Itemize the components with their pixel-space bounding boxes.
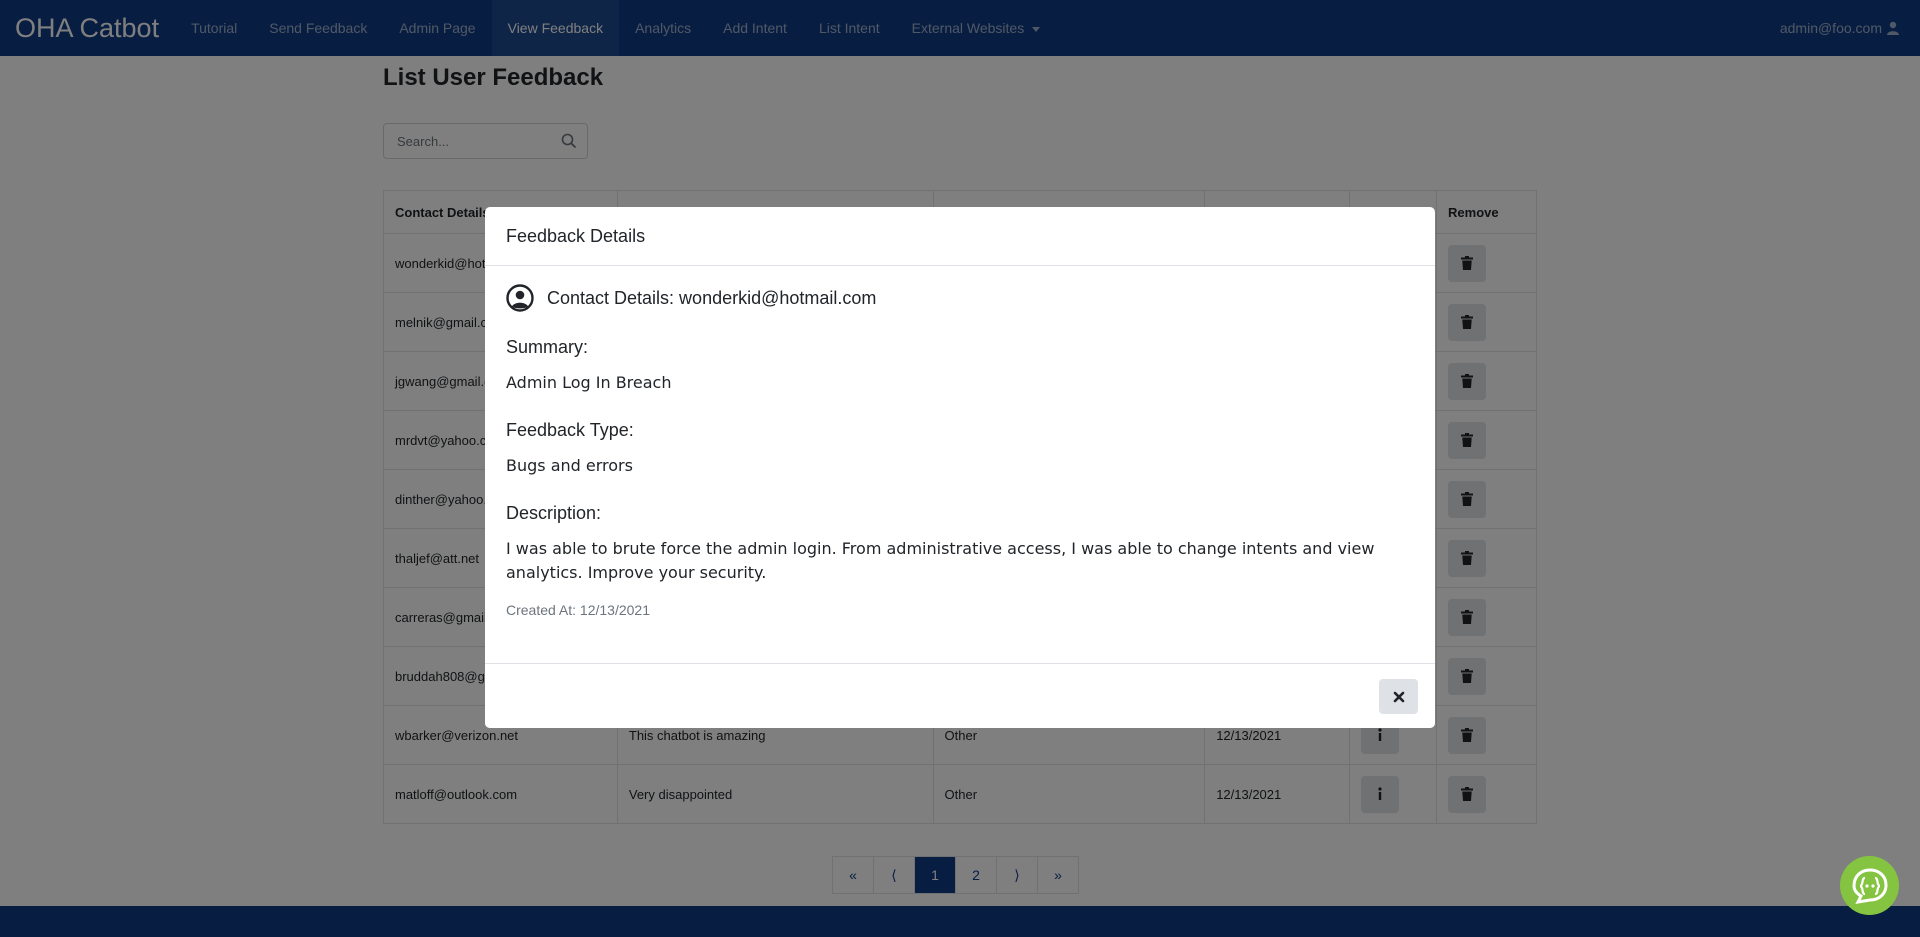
contact-details-row: Contact Details: wonderkid@hotmail.com (506, 284, 1414, 312)
feedback-details-modal: Feedback Details Contact Details: wonder… (485, 207, 1435, 728)
close-icon (1393, 691, 1404, 702)
description-value: I was able to brute force the admin logi… (506, 539, 1375, 582)
description-label: Description: (506, 503, 602, 523)
created-at-text: Created At: 12/13/2021 (506, 602, 650, 618)
summary-value: Admin Log In Breach (506, 373, 672, 392)
modal-title: Feedback Details (506, 226, 646, 246)
modal-body: Contact Details: wonderkid@hotmail.com S… (485, 266, 1435, 663)
feedback-type-label: Feedback Type: (506, 420, 634, 440)
close-button[interactable] (1379, 679, 1418, 714)
user-circle-icon (506, 284, 534, 312)
modal-footer (485, 663, 1435, 728)
modal-header: Feedback Details (485, 207, 1435, 266)
contact-details-text: Contact Details: wonderkid@hotmail.com (547, 287, 877, 308)
chat-widget-button[interactable] (1840, 856, 1899, 915)
summary-label: Summary: (506, 337, 589, 357)
feedback-type-value: Bugs and errors (506, 456, 633, 475)
chat-bot-icon (1851, 867, 1888, 904)
